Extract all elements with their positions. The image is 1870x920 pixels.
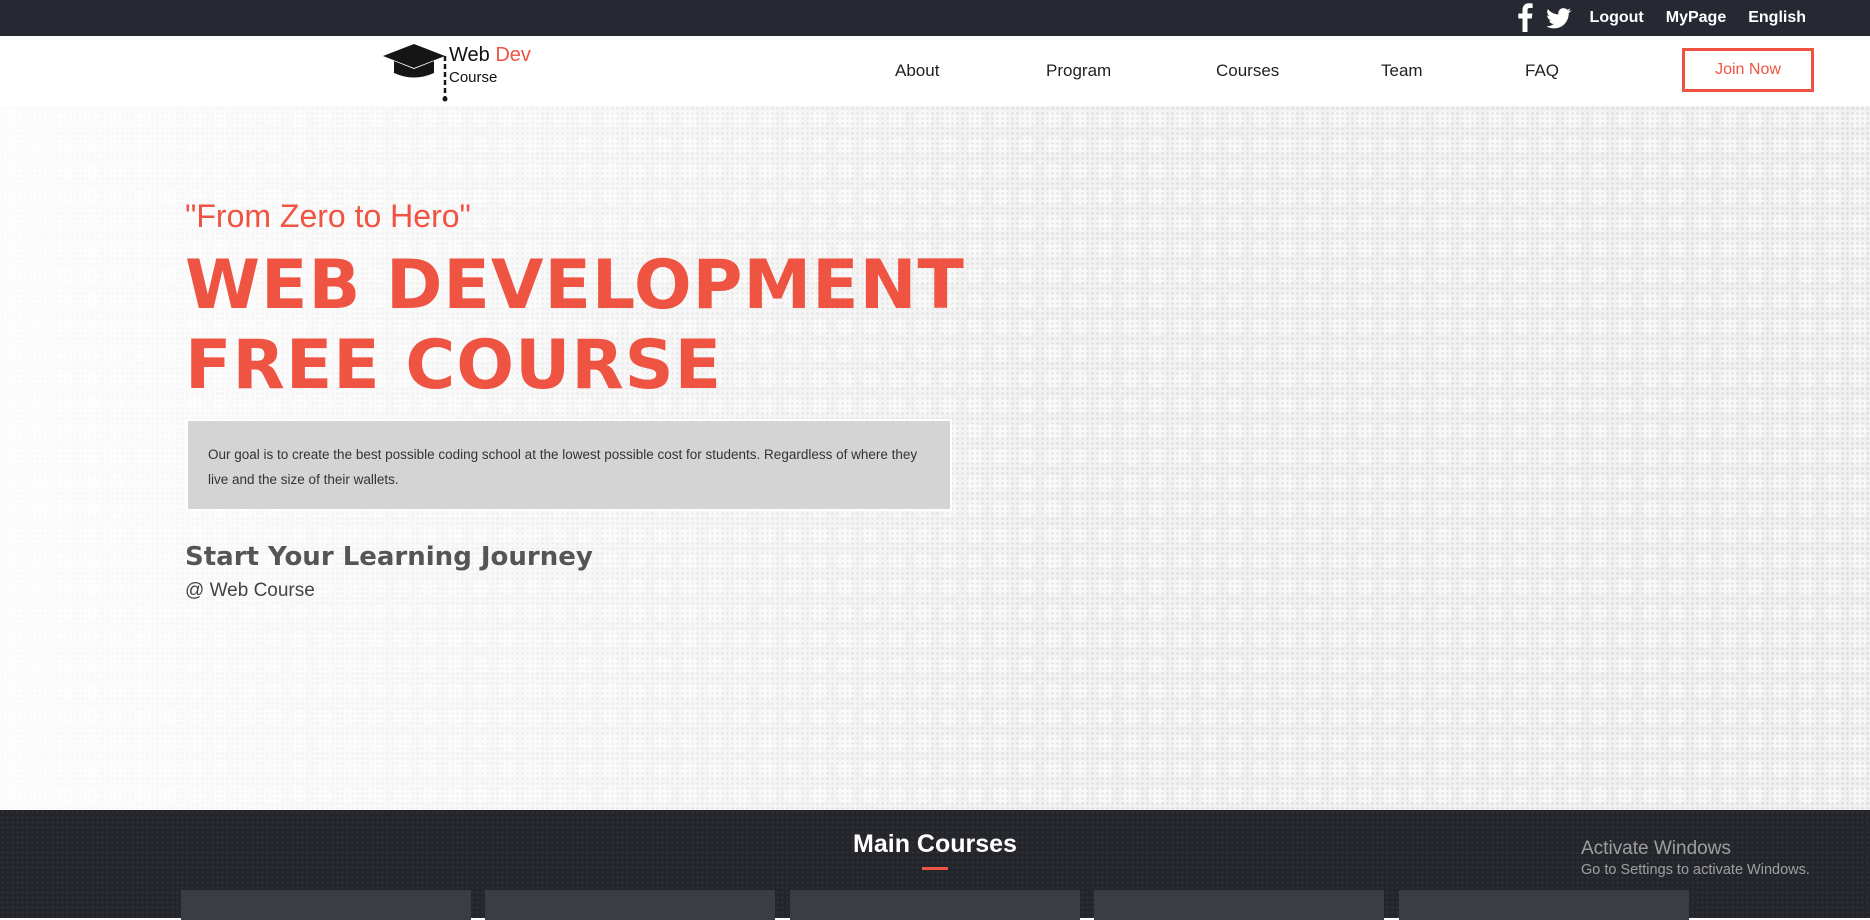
watermark-line1: Activate Windows xyxy=(1581,838,1731,859)
social-links xyxy=(1516,2,1572,33)
journey-heading: Start Your Learning Journey xyxy=(185,542,593,572)
facebook-icon[interactable] xyxy=(1516,2,1534,33)
mypage-link[interactable]: MyPage xyxy=(1666,9,1726,27)
main-navbar: Web Dev Course About Program Courses Tea… xyxy=(0,36,1870,106)
course-card[interactable] xyxy=(181,890,471,920)
nav-menu: About Program Courses Team FAQ xyxy=(0,36,1870,106)
nav-item-courses[interactable]: Courses xyxy=(1216,61,1279,81)
course-card[interactable] xyxy=(1094,890,1384,920)
hero-headline-line2: FREE COURSE xyxy=(185,326,723,405)
nav-item-team[interactable]: Team xyxy=(1381,61,1423,81)
hero-content: "From Zero to Hero" WEB DEVELOPMENT FREE… xyxy=(185,106,1085,810)
logout-link[interactable]: Logout xyxy=(1590,9,1644,27)
hero-headline: WEB DEVELOPMENT FREE COURSE xyxy=(185,246,1085,406)
nav-item-faq[interactable]: FAQ xyxy=(1525,61,1559,81)
top-bar: Logout MyPage English xyxy=(0,0,1870,36)
nav-item-program[interactable]: Program xyxy=(1046,61,1111,81)
top-links: Logout MyPage English xyxy=(1590,0,1806,36)
join-now-button[interactable]: Join Now xyxy=(1682,48,1814,92)
hero-description: Our goal is to create the best possible … xyxy=(186,419,952,511)
language-link[interactable]: English xyxy=(1748,9,1806,27)
windows-activation-watermark: Activate Windows Go to Settings to activ… xyxy=(1581,838,1810,878)
twitter-icon[interactable] xyxy=(1546,2,1572,32)
journey-subheading: @ Web Course xyxy=(185,580,315,601)
title-underline xyxy=(922,867,948,870)
hero-quote: "From Zero to Hero" xyxy=(185,198,471,234)
watermark-line2: Go to Settings to activate Windows. xyxy=(1581,862,1810,878)
course-card[interactable] xyxy=(1399,890,1689,920)
hero-section: "From Zero to Hero" WEB DEVELOPMENT FREE… xyxy=(0,106,1870,810)
nav-item-about[interactable]: About xyxy=(895,61,939,81)
course-card[interactable] xyxy=(790,890,1080,920)
course-card[interactable] xyxy=(485,890,775,920)
hero-headline-line1: WEB DEVELOPMENT xyxy=(185,246,965,325)
